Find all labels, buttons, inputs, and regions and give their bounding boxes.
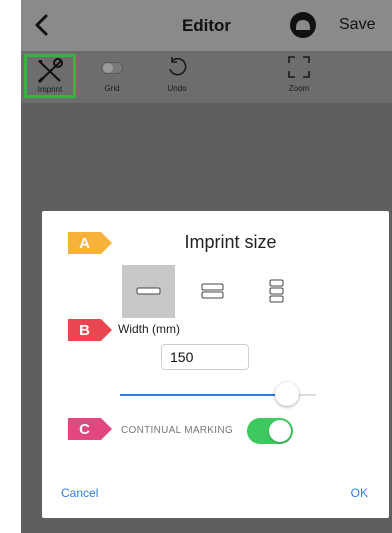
tag-b: B: [68, 319, 112, 341]
machine-icon[interactable]: [290, 12, 316, 38]
grid-tool-label: Grid: [104, 84, 120, 93]
tag-c-letter: C: [79, 421, 90, 438]
width-label: Width (mm): [118, 322, 180, 336]
layout-triple-line-option[interactable]: [250, 265, 303, 318]
zoom-tool-label: Zoom: [288, 84, 310, 93]
imprint-tool-label: Imprint: [37, 85, 63, 94]
slider-fill: [120, 394, 287, 396]
imprint-tool-button[interactable]: Imprint: [24, 54, 76, 98]
dialog-title: Imprint size: [184, 232, 277, 252]
wrench-screwdriver-icon: [37, 58, 63, 84]
triple-line-icon: [269, 279, 284, 303]
slider-thumb[interactable]: [274, 382, 299, 406]
zoom-tool-button[interactable]: Zoom: [279, 51, 319, 101]
undo-icon: [169, 57, 187, 76]
tag-b-letter: B: [79, 322, 90, 339]
page-title: Editor: [181, 16, 232, 35]
continual-marking-toggle[interactable]: [247, 418, 293, 444]
toggle-icon: [101, 62, 123, 74]
layout-double-line-option[interactable]: [186, 265, 239, 318]
grid-tool-button[interactable]: Grid: [92, 51, 132, 101]
zoom-frame-icon: [288, 56, 310, 78]
imprint-size-dialog: A Imprint size B Width (mm) 150 C CONTIN…: [42, 211, 389, 518]
ok-button[interactable]: OK: [351, 486, 368, 500]
toggle-knob: [269, 420, 291, 442]
layout-single-line-option[interactable]: [122, 265, 175, 318]
continual-marking-label: CONTINUAL MARKING: [121, 425, 233, 436]
single-line-icon: [136, 287, 161, 295]
save-button[interactable]: Save: [339, 16, 375, 34]
navbar: Editor Save: [21, 0, 392, 51]
tag-c: C: [68, 418, 112, 440]
app-screen: Editor Save Imprint Grid Undo Zoom A Imp…: [21, 0, 392, 533]
double-line-icon: [201, 283, 224, 299]
width-input[interactable]: [161, 344, 249, 370]
undo-tool-label: Undo: [167, 84, 187, 93]
width-slider[interactable]: [120, 382, 316, 408]
undo-tool-button[interactable]: Undo: [157, 51, 197, 101]
toolbar: Imprint Grid Undo Zoom: [21, 51, 392, 103]
cancel-button[interactable]: Cancel: [61, 486, 98, 500]
